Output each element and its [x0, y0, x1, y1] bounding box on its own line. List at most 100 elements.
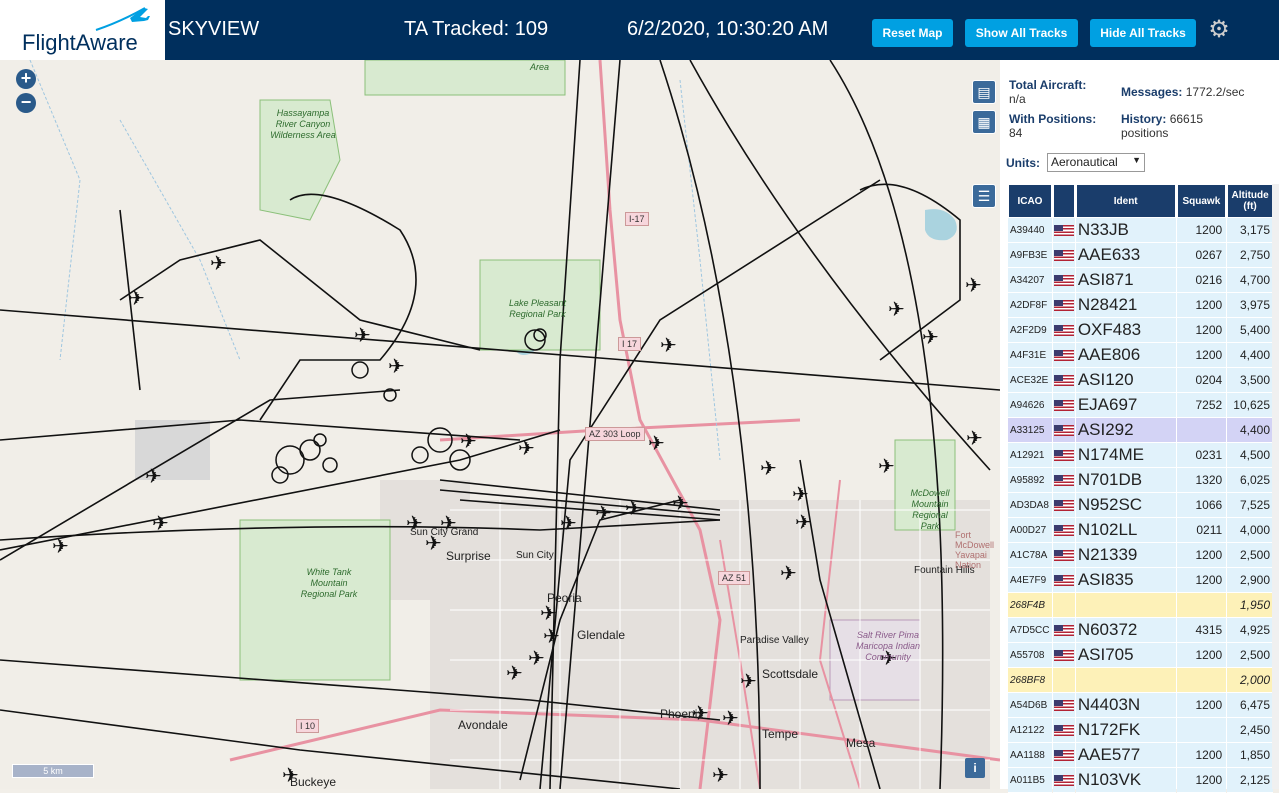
table-scrollbar[interactable]	[1272, 184, 1279, 789]
show-all-tracks-button[interactable]: Show All Tracks	[965, 19, 1078, 47]
table-row[interactable]: A33125 ASI292 4,400	[1008, 418, 1273, 443]
us-flag-icon	[1053, 425, 1074, 437]
table-row[interactable]: A1C78A N21339 1200 2,500	[1008, 543, 1273, 568]
cell-flag	[1052, 693, 1075, 718]
col-altitude[interactable]: Altitude (ft)	[1227, 184, 1273, 218]
cell-altitude: 4,925	[1227, 618, 1273, 643]
cell-icao: A39440	[1008, 218, 1052, 243]
cell-altitude: 2,450	[1227, 718, 1273, 743]
table-row[interactable]: 268F4B 1,950	[1008, 593, 1273, 618]
cell-icao: AA1188	[1008, 743, 1052, 768]
cell-ident: AAE806	[1075, 343, 1176, 368]
svg-text:✈: ✈	[543, 624, 560, 648]
cell-squawk: 0216	[1176, 268, 1227, 293]
reset-map-button[interactable]: Reset Map	[872, 19, 953, 47]
col-squawk[interactable]: Squawk	[1176, 184, 1227, 218]
cell-squawk: 1200	[1176, 768, 1227, 793]
table-row[interactable]: 268BF8 2,000	[1008, 668, 1273, 693]
table-row[interactable]: A55708 ASI705 1200 2,500	[1008, 643, 1273, 668]
svg-text:✈: ✈	[388, 354, 405, 378]
cell-icao: A94626	[1008, 393, 1052, 418]
table-row[interactable]: A39440 N33JB 1200 3,175	[1008, 218, 1273, 243]
history-unit: positions	[1121, 126, 1169, 140]
cell-flag	[1052, 443, 1075, 468]
hide-all-tracks-button[interactable]: Hide All Tracks	[1090, 19, 1196, 47]
svg-text:✈: ✈	[878, 454, 895, 478]
table-row[interactable]: A011B5 N103VK 1200 2,125	[1008, 768, 1273, 793]
flightaware-logo[interactable]: FlightAware	[0, 0, 165, 60]
us-flag-icon	[1053, 625, 1074, 637]
table-row[interactable]: A9FB3E AAE633 0267 2,750	[1008, 243, 1273, 268]
table-row[interactable]: A95892 N701DB 1320 6,025	[1008, 468, 1273, 493]
info-icon[interactable]: i	[965, 758, 985, 778]
table-row[interactable]: AD3DA8 N952SC 1066 7,525	[1008, 493, 1273, 518]
table-row[interactable]: A4F31E AAE806 1200 4,400	[1008, 343, 1273, 368]
table-row[interactable]: A2F2D9 OXF483 1200 5,400	[1008, 318, 1273, 343]
table-row[interactable]: A12921 N174ME 0231 4,500	[1008, 443, 1273, 468]
us-flag-icon	[1053, 475, 1074, 487]
cell-icao: A12921	[1008, 443, 1052, 468]
aircraft-table: ICAO Ident Squawk Altitude (ft) A39440 N3…	[1007, 184, 1274, 793]
current-datetime: 6/2/2020, 10:30:20 AM	[627, 18, 829, 40]
table-row[interactable]: ACE32E ASI120 0204 3,500	[1008, 368, 1273, 393]
map-layer-icon[interactable]: ▤	[972, 80, 996, 104]
grid-icon[interactable]: ▦	[972, 110, 996, 134]
table-row[interactable]: AA1188 AAE577 1200 1,850	[1008, 743, 1273, 768]
app-title: SKYVIEW	[168, 18, 260, 40]
label-buckeye: Buckeye	[290, 775, 337, 789]
col-flag[interactable]	[1052, 184, 1075, 218]
col-icao[interactable]: ICAO	[1008, 184, 1052, 218]
label-paradise-valley: Paradise Valley	[740, 635, 809, 646]
map-view[interactable]: ✈ ✈ ✈ ✈ ✈ ✈ ✈ ✈ ✈ ✈ ✈ ✈ ✈ ✈ ✈ ✈ ✈ ✈ ✈ ✈ ✈ ✈ ✈ ✈ ✈ ✈ ✈ ✈ ✈ ✈ …	[0, 60, 1000, 789]
columns-icon[interactable]: ☰	[972, 184, 996, 208]
gear-icon[interactable]: ⚙	[1206, 17, 1232, 43]
svg-text:✈: ✈	[595, 501, 612, 525]
aircraft-table-body: A39440 N33JB 1200 3,175 A9FB3E AAE633 0267 2,75…	[1008, 218, 1273, 793]
cell-flag	[1052, 343, 1075, 368]
zoom-out-button[interactable]: −	[16, 93, 36, 113]
tracked-count: TA Tracked: 109	[404, 18, 549, 40]
cell-ident: N28421	[1075, 293, 1176, 318]
units-select[interactable]: Aeronautical ▼	[1047, 153, 1145, 172]
cell-squawk: 7252	[1176, 393, 1227, 418]
table-row[interactable]: A12122 N172FK 2,450	[1008, 718, 1273, 743]
us-flag-icon	[1053, 325, 1074, 337]
table-row[interactable]: A2DF8F N28421 1200 3,975	[1008, 293, 1273, 318]
shield-i10: I 10	[296, 719, 320, 733]
cell-altitude: 4,400	[1227, 418, 1273, 443]
cell-squawk: 0211	[1176, 518, 1227, 543]
us-flag-icon	[1053, 550, 1074, 562]
cell-altitude: 2,125	[1227, 768, 1273, 793]
svg-text:✈: ✈	[460, 429, 477, 453]
label-sun-city-grand: Sun City Grand	[410, 527, 479, 538]
label-salt-river: Salt River Pima Maricopa Indian Communit…	[855, 630, 921, 662]
cell-ident: AAE577	[1075, 743, 1176, 768]
col-ident[interactable]: Ident	[1075, 184, 1176, 218]
table-row[interactable]: A94626 EJA697 7252 10,625	[1008, 393, 1273, 418]
cell-squawk: 4315	[1176, 618, 1227, 643]
table-row[interactable]: A54D6B N4403N 1200 6,475	[1008, 693, 1273, 718]
svg-text:✈: ✈	[152, 511, 169, 535]
label-fort-mcdowell: Fort McDowell Yavapai Nation	[955, 530, 995, 570]
us-flag-icon	[1053, 375, 1074, 387]
zoom-in-button[interactable]: +	[16, 69, 36, 89]
table-row[interactable]: A4E7F9 ASI835 1200 2,900	[1008, 568, 1273, 593]
table-row[interactable]: A7D5CC N60372 4315 4,925	[1008, 618, 1273, 643]
with-positions-stat: With Positions: 84	[1009, 112, 1096, 140]
table-row[interactable]: A34207 ASI871 0216 4,700	[1008, 268, 1273, 293]
cell-ident: N103VK	[1075, 768, 1176, 793]
cell-altitude: 4,000	[1227, 518, 1273, 543]
cell-flag	[1052, 243, 1075, 268]
us-flag-icon	[1053, 500, 1074, 512]
svg-text:✈: ✈	[966, 426, 983, 450]
cell-icao: A011B5	[1008, 768, 1052, 793]
svg-text:✈: ✈	[965, 273, 982, 297]
cell-ident: N33JB	[1075, 218, 1176, 243]
cell-icao: A33125	[1008, 418, 1052, 443]
cell-icao: A00D27	[1008, 518, 1052, 543]
label-mesa: Mesa	[846, 736, 876, 750]
cell-flag	[1052, 418, 1075, 443]
cell-ident: N102LL	[1075, 518, 1176, 543]
table-row[interactable]: A00D27 N102LL 0211 4,000	[1008, 518, 1273, 543]
cell-altitude: 2,000	[1227, 668, 1273, 693]
